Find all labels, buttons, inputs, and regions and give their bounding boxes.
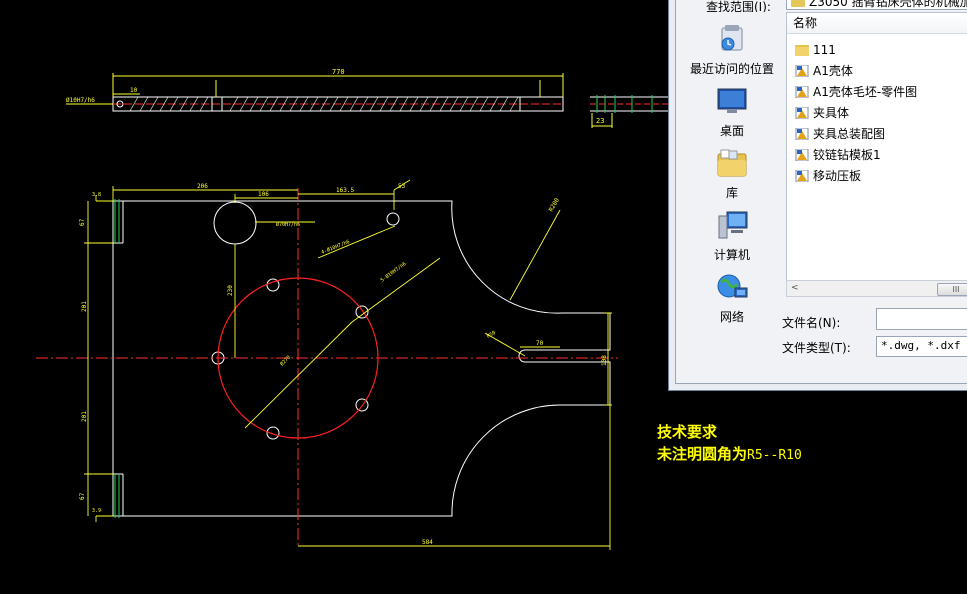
folder-icon xyxy=(795,45,809,56)
lookin-combo[interactable]: Z3050 摇臂钻床壳体的机械加工 xyxy=(786,0,967,10)
scroll-thumb[interactable]: III xyxy=(937,283,967,296)
file-list[interactable]: 名称 111 A1壳体 A1壳体毛坯-零件图 夹具体 夹具总装配图 铰链钻模板1… xyxy=(786,12,967,296)
dwg-file-icon xyxy=(795,128,809,140)
place-label: 最近访问的位置 xyxy=(689,62,774,76)
place-computer[interactable]: 计算机 xyxy=(682,208,782,263)
technical-requirements: 技术要求 未注明圆角为R5--R10 xyxy=(657,421,802,467)
network-icon xyxy=(715,270,749,304)
tech-title: 技术要求 xyxy=(657,423,718,441)
file-name: A1壳体毛坯-零件图 xyxy=(813,85,918,99)
dim-top-hole: Ø10H7/h6 xyxy=(66,97,95,104)
tech-line-suffix: R5--R10 xyxy=(747,448,802,463)
place-label: 桌面 xyxy=(719,124,744,138)
dim-3-9: 3.9 xyxy=(92,508,101,514)
lookin-label: 查找范围(I): xyxy=(706,0,771,12)
desktop-icon xyxy=(715,84,749,118)
dim-108: 108 xyxy=(601,355,608,366)
tech-line: 未注明圆角为R5--R10 xyxy=(657,443,802,467)
file-item[interactable]: A1壳体毛坯-零件图 xyxy=(795,83,917,101)
dim-584: 584 xyxy=(422,539,433,546)
file-name: 夹具体 xyxy=(813,106,850,120)
file-name: 移动压板 xyxy=(813,169,862,183)
dim-r200: R200 xyxy=(548,197,561,213)
dim-5-holes: 5-Ø10H7/h6 xyxy=(379,260,407,283)
dim-pcd: Ø270 xyxy=(278,354,291,367)
dim-phi70: Ø70H7/h6 xyxy=(276,221,300,228)
file-item[interactable]: 夹具体 xyxy=(795,104,849,122)
horizontal-scrollbar[interactable]: < III xyxy=(786,280,967,297)
dim-53: 53 xyxy=(398,183,406,190)
open-file-dialog: 查找范围(I): Z3050 摇臂钻床壳体的机械加工 最近访问的位置 桌面 库 … xyxy=(668,0,967,391)
places-bar: 最近访问的位置 桌面 库 计算机 网络 xyxy=(682,14,782,370)
tech-line-prefix: 未注明圆角为 xyxy=(657,445,748,463)
filename-label: 文件名(N): xyxy=(782,316,841,330)
dim-770: 770 xyxy=(332,68,345,76)
dim-163-5: 163.5 xyxy=(336,187,354,194)
dim-10: 10 xyxy=(130,87,138,94)
filetype-select[interactable]: *.dwg, *.dxf xyxy=(876,336,967,357)
place-libraries[interactable]: 库 xyxy=(682,146,782,201)
dim-201-upper: 201 xyxy=(81,301,88,312)
dim-r50: R50 xyxy=(486,330,497,340)
dwg-file-icon xyxy=(795,170,809,182)
file-item[interactable]: 夹具总装配图 xyxy=(795,125,885,143)
place-label: 网络 xyxy=(719,310,744,324)
place-recent[interactable]: 最近访问的位置 xyxy=(682,22,782,77)
place-label: 计算机 xyxy=(713,248,750,262)
place-desktop[interactable]: 桌面 xyxy=(682,84,782,139)
file-item[interactable]: 移动压板 xyxy=(795,167,861,185)
dim-23: 23 xyxy=(596,117,604,125)
filename-input[interactable] xyxy=(876,308,967,330)
file-item[interactable]: A1壳体 xyxy=(795,62,853,80)
recent-places-icon xyxy=(715,22,749,56)
filetype-label: 文件类型(T): xyxy=(782,341,851,355)
scroll-left-arrow-icon[interactable]: < xyxy=(791,283,799,293)
libraries-icon xyxy=(715,146,749,180)
dim-230: 230 xyxy=(227,285,234,296)
plan-dimensions xyxy=(84,179,612,550)
file-name: 铰链钻模板1 xyxy=(813,148,881,162)
dwg-file-icon xyxy=(795,149,809,161)
dialog-body: 查找范围(I): Z3050 摇臂钻床壳体的机械加工 最近访问的位置 桌面 库 … xyxy=(675,0,967,384)
folder-icon xyxy=(791,0,805,7)
place-network[interactable]: 网络 xyxy=(682,270,782,325)
top-view xyxy=(66,73,564,112)
dim-67-bottom: 67 xyxy=(79,492,86,500)
column-header-name[interactable]: 名称 xyxy=(787,13,967,34)
dwg-file-icon xyxy=(795,107,809,119)
dim-201-lower: 201 xyxy=(81,411,88,422)
file-item[interactable]: 111 xyxy=(795,41,836,59)
place-label: 库 xyxy=(725,186,738,200)
computer-icon xyxy=(715,208,749,242)
dim-3-8: 3.8 xyxy=(92,192,101,198)
dim-106: 106 xyxy=(258,191,269,198)
file-name: A1壳体 xyxy=(813,64,853,78)
dim-206: 206 xyxy=(197,183,208,190)
file-item[interactable]: 铰链钻模板1 xyxy=(795,146,881,164)
dim-70: 70 xyxy=(536,340,544,347)
dim-67-top: 67 xyxy=(79,218,86,226)
lookin-value: Z3050 摇臂钻床壳体的机械加工 xyxy=(809,0,967,9)
dwg-file-icon xyxy=(795,86,809,98)
dwg-file-icon xyxy=(795,65,809,77)
dim-4-holes: 4-Ø10H7/h6 xyxy=(320,238,351,256)
file-name: 111 xyxy=(813,43,836,57)
file-name: 夹具总装配图 xyxy=(813,127,886,141)
